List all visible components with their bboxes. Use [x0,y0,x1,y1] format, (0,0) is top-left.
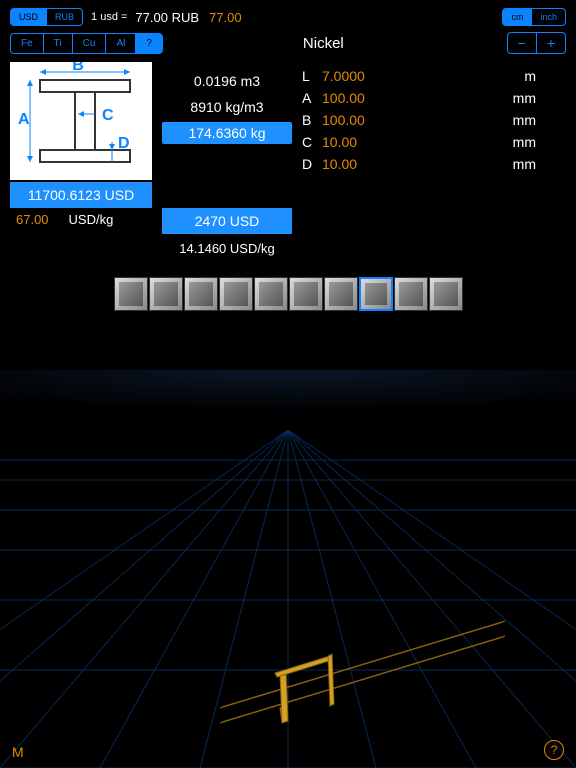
svg-text:C: C [102,107,114,124]
rate-converted: 77.00 [209,10,242,25]
shape-picker [0,277,576,311]
material-tabs: Fe Ti Cu Al ? [10,33,163,54]
svg-text:D: D [118,135,130,152]
dim-row-C: C 10.00 mm [302,134,566,150]
price-total-left: 11700.6123 USD [10,182,152,208]
shape-option-2[interactable] [184,277,218,311]
tab-cu[interactable]: Cu [73,34,107,53]
plus-minus-group: − + [507,32,566,54]
tab-custom[interactable]: ? [136,34,162,53]
shape-option-8[interactable] [394,277,428,311]
svg-text:A: A [18,111,30,128]
help-button[interactable]: ? [544,740,564,760]
shape-option-0[interactable] [114,277,148,311]
plus-button[interactable]: + [537,33,565,53]
tab-fe[interactable]: Fe [11,34,44,53]
dim-input-D[interactable]: 10.00 [322,156,412,172]
currency-usd[interactable]: USD [10,8,47,26]
dim-row-B: B 100.00 mm [302,112,566,128]
minus-button[interactable]: − [508,33,537,53]
shape-option-9[interactable] [429,277,463,311]
unit-cm[interactable]: cm [502,8,532,26]
rate-value: 77.00 RUB [135,10,199,25]
volume-value: 0.0196 m3 [162,70,292,92]
price-rate-right: 14.1460 USD/kg [162,238,292,259]
tab-ti[interactable]: Ti [44,34,73,53]
svg-text:B: B [72,62,84,74]
price-total-right: 2470 USD [162,208,292,234]
material-name: Nickel [303,35,344,52]
mass-value: 174.6360 kg [162,122,292,144]
beam-3d-model [220,578,540,728]
unit-toggle: cm inch [502,8,566,26]
shape-option-5[interactable] [289,277,323,311]
shape-option-7[interactable] [359,277,393,311]
dim-row-A: A 100.00 mm [302,90,566,106]
shape-option-1[interactable] [149,277,183,311]
price-rate-left[interactable]: 67.00 [16,212,49,227]
tab-al[interactable]: Al [106,34,136,53]
density-value: 8910 kg/m3 [162,96,292,118]
shape-option-3[interactable] [219,277,253,311]
rate-label: 1 usd = [91,11,127,23]
dim-input-A[interactable]: 100.00 [322,90,412,106]
cross-section-diagram: A B C D [10,62,152,180]
unit-inch[interactable]: inch [532,8,566,26]
dimensions-list: L 7.0000 m A 100.00 mm B 100.00 mm C 10.… [302,68,566,259]
dim-input-L[interactable]: 7.0000 [322,68,412,84]
shape-option-4[interactable] [254,277,288,311]
currency-rub[interactable]: RUB [47,8,83,26]
dim-input-B[interactable]: 100.00 [322,112,412,128]
menu-button[interactable]: M [12,744,24,760]
3d-viewport[interactable] [0,370,576,768]
currency-toggle: USD RUB [10,8,83,26]
price-unit-left: USD/kg [69,212,114,227]
dim-row-D: D 10.00 mm [302,156,566,172]
dim-row-L: L 7.0000 m [302,68,566,84]
dim-input-C[interactable]: 10.00 [322,134,412,150]
shape-option-6[interactable] [324,277,358,311]
